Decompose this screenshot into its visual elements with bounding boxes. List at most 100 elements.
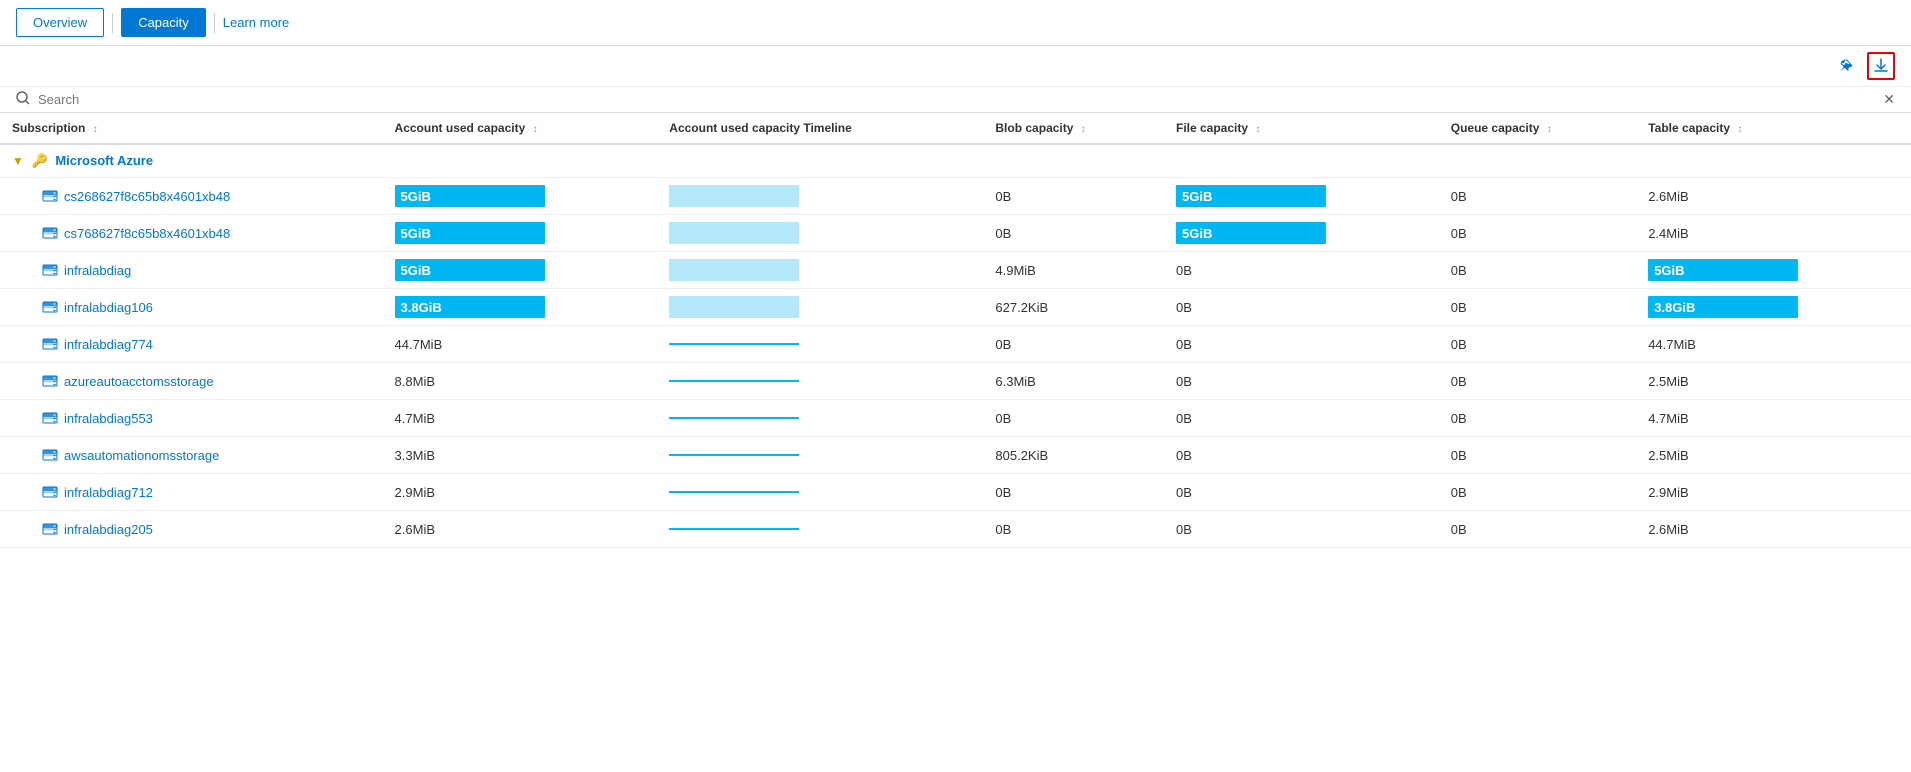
search-input[interactable] — [38, 92, 1883, 107]
cell-queue-0: 0B — [1439, 178, 1636, 215]
cell-queue-2: 0B — [1439, 252, 1636, 289]
download-icon — [1873, 58, 1889, 74]
cell-blob-2: 4.9MiB — [983, 252, 1164, 289]
sort-icon-file: ↕ — [1255, 124, 1260, 135]
col-queue[interactable]: Queue capacity ↕ — [1439, 113, 1636, 144]
cell-file-4: 0B — [1164, 326, 1439, 363]
table-row: infralabdiag106 3.8GiB 627.2KiB 0B 0B 3.… — [0, 289, 1911, 326]
cell-table-cap-8: 2.9MiB — [1636, 474, 1911, 511]
cell-subscription-1: cs768627f8c65b8x4601xb48 — [0, 215, 383, 252]
capacity-table: Subscription ↕ Account used capacity ↕ A… — [0, 113, 1911, 548]
cell-blob-1: 0B — [983, 215, 1164, 252]
nav-divider-1 — [112, 13, 113, 33]
sort-icon-account-used: ↕ — [533, 124, 538, 135]
cell-timeline-3 — [657, 289, 983, 326]
cell-table-cap-3: 3.8GiB — [1636, 289, 1911, 326]
cell-subscription-7: awsautomationomsstorage — [0, 437, 383, 474]
table-row: infralabdiag553 4.7MiB 0B 0B 0B 4.7MiB — [0, 400, 1911, 437]
cell-file-7: 0B — [1164, 437, 1439, 474]
cell-subscription-6: infralabdiag553 — [0, 400, 383, 437]
cell-subscription-5: azureautoacctomsstorage — [0, 363, 383, 400]
cell-blob-5: 6.3MiB — [983, 363, 1164, 400]
cell-account-used-1: 5GiB — [383, 215, 658, 252]
col-timeline[interactable]: Account used capacity Timeline — [657, 113, 983, 144]
cell-blob-9: 0B — [983, 511, 1164, 548]
resource-link-4[interactable]: infralabdiag774 — [64, 337, 153, 352]
resource-link-1[interactable]: cs768627f8c65b8x4601xb48 — [64, 226, 230, 241]
cell-account-used-6: 4.7MiB — [383, 400, 658, 437]
cell-account-used-0: 5GiB — [383, 178, 658, 215]
pin-icon — [1837, 58, 1853, 74]
cell-queue-7: 0B — [1439, 437, 1636, 474]
col-table-cap[interactable]: Table capacity ↕ — [1636, 113, 1911, 144]
cell-account-used-7: 3.3MiB — [383, 437, 658, 474]
cell-timeline-8 — [657, 474, 983, 511]
cell-queue-1: 0B — [1439, 215, 1636, 252]
cell-queue-6: 0B — [1439, 400, 1636, 437]
group-arrow-icon: ▼ — [12, 154, 24, 168]
col-file[interactable]: File capacity ↕ — [1164, 113, 1439, 144]
cell-subscription-2: infralabdiag — [0, 252, 383, 289]
cell-timeline-5 — [657, 363, 983, 400]
pin-button[interactable] — [1831, 52, 1859, 80]
cell-subscription-0: cs268627f8c65b8x4601xb48 — [0, 178, 383, 215]
resource-link-0[interactable]: cs268627f8c65b8x4601xb48 — [64, 189, 230, 204]
cell-timeline-4 — [657, 326, 983, 363]
cell-table-cap-7: 2.5MiB — [1636, 437, 1911, 474]
cell-timeline-9 — [657, 511, 983, 548]
sort-icon-blob: ↕ — [1081, 124, 1086, 135]
cell-account-used-4: 44.7MiB — [383, 326, 658, 363]
cell-blob-7: 805.2KiB — [983, 437, 1164, 474]
cell-timeline-2 — [657, 252, 983, 289]
cell-subscription-3: infralabdiag106 — [0, 289, 383, 326]
group-key-icon: 🔑 — [32, 153, 48, 168]
cell-blob-0: 0B — [983, 178, 1164, 215]
cell-file-8: 0B — [1164, 474, 1439, 511]
table-row: infralabdiag712 2.9MiB 0B 0B 0B 2.9MiB — [0, 474, 1911, 511]
cell-file-9: 0B — [1164, 511, 1439, 548]
search-clear-button[interactable]: ✕ — [1883, 91, 1895, 108]
search-bar: ✕ — [0, 87, 1911, 113]
table-row: infralabdiag 5GiB 4.9MiB 0B 0B 5GiB — [0, 252, 1911, 289]
resource-link-7[interactable]: awsautomationomsstorage — [64, 448, 219, 463]
download-button[interactable] — [1867, 52, 1895, 80]
learn-more-link[interactable]: Learn more — [223, 15, 289, 30]
cell-blob-8: 0B — [983, 474, 1164, 511]
resource-link-3[interactable]: infralabdiag106 — [64, 300, 153, 315]
sort-icon-queue: ↕ — [1547, 124, 1552, 135]
sort-icon-subscription: ↕ — [93, 124, 98, 135]
cell-timeline-0 — [657, 178, 983, 215]
capacity-button[interactable]: Capacity — [121, 8, 206, 37]
resource-link-5[interactable]: azureautoacctomsstorage — [64, 374, 214, 389]
cell-timeline-1 — [657, 215, 983, 252]
cell-blob-4: 0B — [983, 326, 1164, 363]
cell-queue-3: 0B — [1439, 289, 1636, 326]
cell-table-cap-0: 2.6MiB — [1636, 178, 1911, 215]
resource-link-6[interactable]: infralabdiag553 — [64, 411, 153, 426]
group-link-microsoft-azure[interactable]: Microsoft Azure — [55, 153, 153, 168]
col-blob[interactable]: Blob capacity ↕ — [983, 113, 1164, 144]
col-subscription[interactable]: Subscription ↕ — [0, 113, 383, 144]
cell-table-cap-4: 44.7MiB — [1636, 326, 1911, 363]
table-row: azureautoacctomsstorage 8.8MiB 6.3MiB 0B… — [0, 363, 1911, 400]
overview-button[interactable]: Overview — [16, 8, 104, 37]
cell-blob-6: 0B — [983, 400, 1164, 437]
resource-link-2[interactable]: infralabdiag — [64, 263, 131, 278]
cell-timeline-7 — [657, 437, 983, 474]
cell-account-used-5: 8.8MiB — [383, 363, 658, 400]
cell-queue-5: 0B — [1439, 363, 1636, 400]
cell-queue-4: 0B — [1439, 326, 1636, 363]
cell-table-cap-1: 2.4MiB — [1636, 215, 1911, 252]
cell-file-1: 5GiB — [1164, 215, 1439, 252]
sort-icon-table-cap: ↕ — [1737, 124, 1742, 135]
col-account-used[interactable]: Account used capacity ↕ — [383, 113, 658, 144]
cell-subscription-9: infralabdiag205 — [0, 511, 383, 548]
cell-queue-9: 0B — [1439, 511, 1636, 548]
cell-file-0: 5GiB — [1164, 178, 1439, 215]
cell-subscription-4: infralabdiag774 — [0, 326, 383, 363]
table-row: cs268627f8c65b8x4601xb48 5GiB 0B 5GiB 0B… — [0, 178, 1911, 215]
resource-link-9[interactable]: infralabdiag205 — [64, 522, 153, 537]
top-navigation: Overview Capacity Learn more — [0, 0, 1911, 46]
resource-link-8[interactable]: infralabdiag712 — [64, 485, 153, 500]
cell-file-5: 0B — [1164, 363, 1439, 400]
